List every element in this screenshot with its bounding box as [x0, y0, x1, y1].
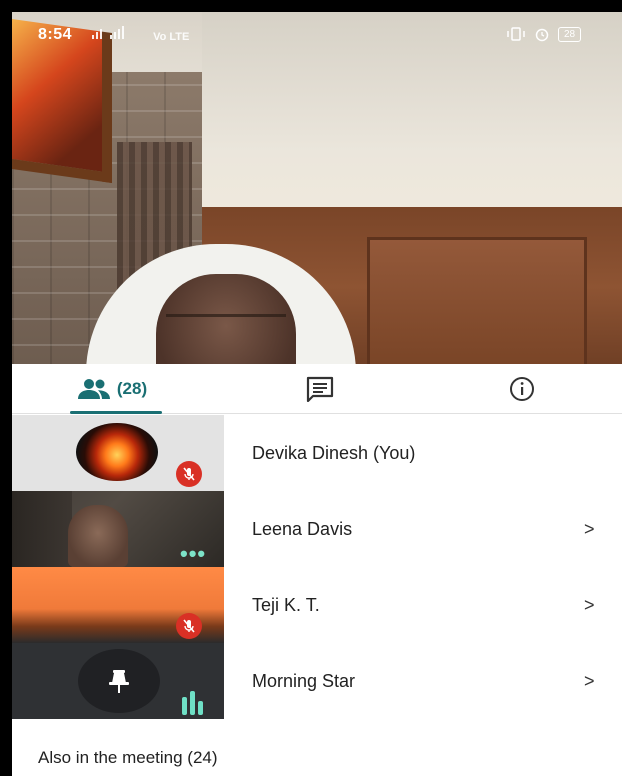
chevron-right-icon[interactable]: >	[584, 643, 595, 719]
chevron-right-icon[interactable]: >	[584, 491, 595, 567]
people-count: (28)	[116, 379, 148, 398]
lte-label: Vo LTE	[153, 31, 190, 43]
status-bar: 8:54 Vo LTE 28	[12, 12, 622, 54]
participant-row[interactable]: Teji K. T. >	[12, 567, 622, 643]
participant-video	[68, 505, 128, 567]
active-tab-indicator	[70, 411, 162, 414]
alarm-icon	[535, 28, 549, 42]
participant-name: Morning Star	[252, 671, 356, 691]
people-icon	[77, 379, 110, 399]
participant-list: Devika Dinesh (You) ••• Leena Davis > Te…	[12, 415, 622, 719]
speaker-glasses	[166, 314, 286, 336]
signal-icon: Vo LTE	[92, 26, 189, 43]
vibrate-icon	[507, 27, 525, 41]
meet-screen: 8:54 Vo LTE 28 (28) Devika Dinesh (You) …	[12, 12, 622, 776]
tab-people[interactable]: (28)	[62, 364, 162, 414]
mic-off-icon	[176, 461, 202, 487]
main-video-feed[interactable]: 8:54 Vo LTE 28	[12, 12, 622, 364]
participant-row[interactable]: Morning Star >	[12, 643, 622, 719]
participant-row[interactable]: ••• Leena Davis >	[12, 491, 622, 567]
pin-button[interactable]	[78, 649, 160, 713]
audio-level-icon	[182, 691, 203, 715]
meeting-tabs: (28)	[12, 364, 622, 414]
pin-icon	[109, 670, 129, 693]
participant-name: Teji K. T.	[252, 595, 320, 615]
chevron-right-icon[interactable]: >	[584, 567, 595, 643]
chat-icon	[306, 376, 334, 402]
tab-info[interactable]	[482, 364, 562, 414]
participant-thumbnail: •••	[12, 491, 224, 567]
participant-thumbnail	[12, 415, 224, 491]
participant-name: Devika Dinesh (You)	[252, 443, 416, 463]
signal-bars-icon	[92, 26, 124, 39]
also-in-meeting-header[interactable]: Also in the meeting (24)	[38, 748, 218, 768]
battery-indicator: 28	[558, 26, 582, 42]
participant-row[interactable]: Devika Dinesh (You)	[12, 415, 622, 491]
thumbnail-background	[12, 491, 72, 567]
participant-thumbnail	[12, 643, 224, 719]
more-dots-icon: •••	[180, 541, 207, 566]
status-time: 8:54	[38, 26, 73, 43]
participant-thumbnail	[12, 567, 224, 643]
video-speaker	[86, 244, 356, 364]
avatar	[76, 423, 158, 481]
tab-chat[interactable]	[270, 364, 370, 414]
mic-off-icon	[176, 613, 202, 639]
status-right-icons: 28	[506, 26, 582, 42]
video-background-door	[367, 237, 587, 364]
info-icon	[510, 377, 534, 401]
participant-name: Leena Davis	[252, 519, 353, 539]
